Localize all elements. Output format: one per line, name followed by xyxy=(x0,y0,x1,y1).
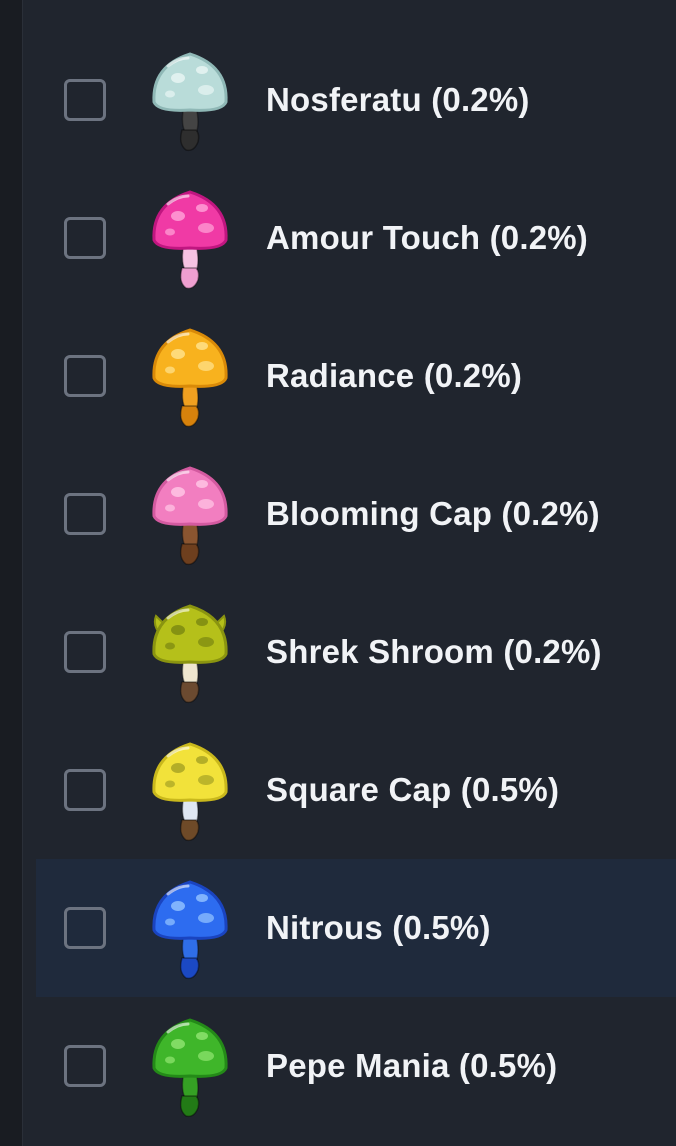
list-item[interactable]: Amour Touch (0.2%) xyxy=(36,169,676,307)
pepe-mania-mushroom-icon xyxy=(148,1010,232,1122)
list-item[interactable]: Nitrous (0.5%) xyxy=(36,859,676,997)
blooming-cap-mushroom-icon xyxy=(148,458,232,570)
radiance-mushroom-icon xyxy=(148,320,232,432)
left-rail xyxy=(0,0,23,1146)
mushroom-filter-list: Nosferatu (0.2%) Amour Touch (0.2%) Radi… xyxy=(36,31,676,1135)
list-item[interactable]: Pepe Mania (0.5%) xyxy=(36,997,676,1135)
nosferatu-mushroom-icon xyxy=(148,44,232,156)
item-label: Blooming Cap (0.2%) xyxy=(266,495,600,532)
shrek-shroom-mushroom-icon xyxy=(148,596,232,708)
square-cap-mushroom-icon xyxy=(148,734,232,846)
checkbox[interactable] xyxy=(64,907,106,949)
item-label: Nosferatu (0.2%) xyxy=(266,81,530,118)
list-item[interactable]: Shrek Shroom (0.2%) xyxy=(36,583,676,721)
item-label: Pepe Mania (0.5%) xyxy=(266,1047,558,1084)
list-item[interactable]: Nosferatu (0.2%) xyxy=(36,31,676,169)
list-item[interactable]: Blooming Cap (0.2%) xyxy=(36,445,676,583)
checkbox[interactable] xyxy=(64,1045,106,1087)
checkbox[interactable] xyxy=(64,79,106,121)
list-item[interactable]: Radiance (0.2%) xyxy=(36,307,676,445)
amour-touch-mushroom-icon xyxy=(148,182,232,294)
checkbox[interactable] xyxy=(64,355,106,397)
item-label: Amour Touch (0.2%) xyxy=(266,219,588,256)
item-label: Shrek Shroom (0.2%) xyxy=(266,633,602,670)
nitrous-mushroom-icon xyxy=(148,872,232,984)
checkbox[interactable] xyxy=(64,631,106,673)
list-item[interactable]: Square Cap (0.5%) xyxy=(36,721,676,859)
item-label: Radiance (0.2%) xyxy=(266,357,523,394)
checkbox[interactable] xyxy=(64,217,106,259)
checkbox[interactable] xyxy=(64,493,106,535)
item-label: Square Cap (0.5%) xyxy=(266,771,560,808)
item-label: Nitrous (0.5%) xyxy=(266,909,491,946)
checkbox[interactable] xyxy=(64,769,106,811)
